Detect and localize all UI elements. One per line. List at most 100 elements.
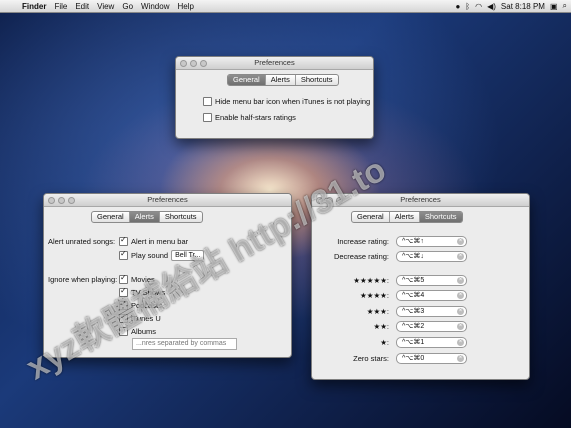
three-stars-label: ★★★:	[366, 307, 389, 316]
two-stars-shortcut[interactable]: ^⌥⌘2 ×	[396, 321, 467, 332]
wifi-icon[interactable]: ◠	[475, 2, 482, 11]
four-stars-key: ^⌥⌘4	[402, 292, 425, 299]
ignore-podcasts-label: Podcasts	[131, 301, 162, 310]
zoom-button[interactable]	[200, 60, 207, 67]
increase-rating-label: Increase rating:	[337, 237, 389, 246]
decrease-rating-shortcut[interactable]: ^⌥⌘↓ ×	[396, 251, 467, 262]
half-stars-checkbox[interactable]	[203, 113, 212, 122]
option-ignore-podcasts[interactable]: Podcasts	[119, 299, 162, 310]
ignore-itunes-u-label: iTunes U	[131, 314, 161, 323]
zero-stars-label: Zero stars:	[353, 354, 389, 363]
minimize-button[interactable]	[326, 197, 333, 204]
play-sound-checkbox[interactable]	[119, 249, 128, 260]
clock[interactable]: Sat 8:18 PM	[501, 2, 545, 11]
menu-file[interactable]: File	[54, 2, 67, 11]
sound-popup[interactable]: Bell Tr...	[171, 250, 205, 261]
one-star-shortcut[interactable]: ^⌥⌘1 ×	[396, 337, 467, 348]
tab-general[interactable]: General	[92, 212, 130, 222]
option-half-stars[interactable]: Enable half-stars ratings	[203, 113, 296, 122]
option-ignore-albums[interactable]: Albums	[119, 327, 156, 336]
option-ignore-movies[interactable]: Movies	[119, 273, 155, 284]
window-titlebar[interactable]: Preferences	[44, 194, 291, 207]
bluetooth-icon[interactable]: ᛒ	[465, 2, 470, 11]
five-stars-key: ^⌥⌘5	[402, 277, 425, 284]
four-stars-shortcut[interactable]: ^⌥⌘4 ×	[396, 290, 467, 301]
minimize-button[interactable]	[58, 197, 65, 204]
menu-bar: Finder File Edit View Go Window Help ● ᛒ…	[0, 0, 571, 13]
window-title: Preferences	[400, 195, 441, 204]
tab-bar: General Alerts Shortcuts	[227, 74, 339, 86]
user-icon[interactable]: ▣	[550, 2, 558, 11]
ignore-podcasts-checkbox[interactable]	[119, 299, 128, 310]
clear-shortcut-icon[interactable]: ×	[457, 308, 464, 315]
ignore-tv-shows-checkbox[interactable]	[119, 286, 128, 297]
one-star-label: ★:	[380, 338, 389, 347]
decrease-rating-key: ^⌥⌘↓	[402, 253, 424, 260]
ignore-itunes-u-checkbox[interactable]	[119, 312, 128, 323]
window-title: Preferences	[254, 58, 295, 67]
spotlight-icon[interactable]: ⌕	[563, 1, 567, 11]
two-stars-key: ^⌥⌘2	[402, 323, 425, 330]
menu-app-finder[interactable]: Finder	[22, 2, 46, 11]
menu-window[interactable]: Window	[141, 2, 169, 11]
window-title: Preferences	[147, 195, 188, 204]
clear-shortcut-icon[interactable]: ×	[457, 355, 464, 362]
option-hide-menu-bar-icon[interactable]: Hide menu bar icon when iTunes is not pl…	[203, 97, 370, 106]
zoom-button[interactable]	[68, 197, 75, 204]
window-titlebar[interactable]: Preferences	[312, 194, 529, 207]
ignore-movies-checkbox[interactable]	[119, 273, 128, 284]
clear-shortcut-icon[interactable]: ×	[457, 253, 464, 260]
alert-menu-bar-checkbox[interactable]	[119, 235, 128, 246]
ignore-tv-shows-label: TV Shows	[131, 288, 166, 297]
zero-stars-shortcut[interactable]: ^⌥⌘0 ×	[396, 353, 467, 364]
close-button[interactable]	[180, 60, 187, 67]
half-stars-label: Enable half-stars ratings	[215, 113, 296, 122]
three-stars-key: ^⌥⌘3	[402, 308, 425, 315]
minimize-button[interactable]	[190, 60, 197, 67]
tab-general[interactable]: General	[228, 75, 266, 85]
hide-menu-bar-icon-checkbox[interactable]	[203, 97, 212, 106]
ignore-albums-checkbox[interactable]	[119, 327, 128, 336]
play-sound-label: Play sound	[131, 251, 169, 260]
tab-shortcuts[interactable]: Shortcuts	[419, 212, 462, 222]
preferences-window-shortcuts: Preferences General Alerts Shortcuts Inc…	[311, 193, 530, 380]
clear-shortcut-icon[interactable]: ×	[457, 292, 464, 299]
close-button[interactable]	[48, 197, 55, 204]
genres-input[interactable]: ...nres separated by commas	[132, 338, 237, 350]
option-alert-menu-bar[interactable]: Alert in menu bar	[119, 235, 188, 246]
clear-shortcut-icon[interactable]: ×	[457, 323, 464, 330]
clear-shortcut-icon[interactable]: ×	[457, 339, 464, 346]
close-button[interactable]	[316, 197, 323, 204]
option-play-sound[interactable]: Play sound Bell Tr...	[119, 249, 205, 261]
tab-alerts[interactable]: Alerts	[390, 212, 420, 222]
itunes-icon[interactable]: ●	[455, 2, 460, 11]
menu-view[interactable]: View	[97, 2, 114, 11]
tab-alerts[interactable]: Alerts	[266, 75, 296, 85]
menu-edit[interactable]: Edit	[75, 2, 89, 11]
option-ignore-itunes-u[interactable]: iTunes U	[119, 312, 161, 323]
tab-shortcuts[interactable]: Shortcuts	[160, 212, 202, 222]
zero-stars-key: ^⌥⌘0	[402, 355, 425, 362]
tab-shortcuts[interactable]: Shortcuts	[296, 75, 338, 85]
ignore-albums-label: Albums	[131, 327, 157, 336]
tab-general[interactable]: General	[352, 212, 390, 222]
menu-go[interactable]: Go	[122, 2, 133, 11]
three-stars-shortcut[interactable]: ^⌥⌘3 ×	[396, 306, 467, 317]
five-stars-shortcut[interactable]: ^⌥⌘5 ×	[396, 275, 467, 286]
preferences-window-general: Preferences General Alerts Shortcuts Hid…	[175, 56, 374, 139]
tab-alerts[interactable]: Alerts	[129, 212, 160, 222]
volume-icon[interactable]: ◀)	[487, 2, 496, 11]
two-stars-label: ★★:	[373, 322, 389, 331]
alert-unrated-label: Alert unrated songs:	[48, 237, 116, 246]
ignore-movies-label: Movies	[131, 275, 155, 284]
clear-shortcut-icon[interactable]: ×	[457, 238, 464, 245]
hide-menu-bar-icon-label: Hide menu bar icon when iTunes is not pl…	[215, 97, 371, 106]
tab-bar: General Alerts Shortcuts	[91, 211, 203, 223]
clear-shortcut-icon[interactable]: ×	[457, 277, 464, 284]
option-ignore-tv-shows[interactable]: TV Shows	[119, 286, 166, 297]
window-titlebar[interactable]: Preferences	[176, 57, 373, 70]
menu-help[interactable]: Help	[177, 2, 193, 11]
increase-rating-shortcut[interactable]: ^⌥⌘↑ ×	[396, 236, 467, 247]
zoom-button[interactable]	[336, 197, 343, 204]
preferences-window-alerts: Preferences General Alerts Shortcuts Ale…	[43, 193, 292, 358]
